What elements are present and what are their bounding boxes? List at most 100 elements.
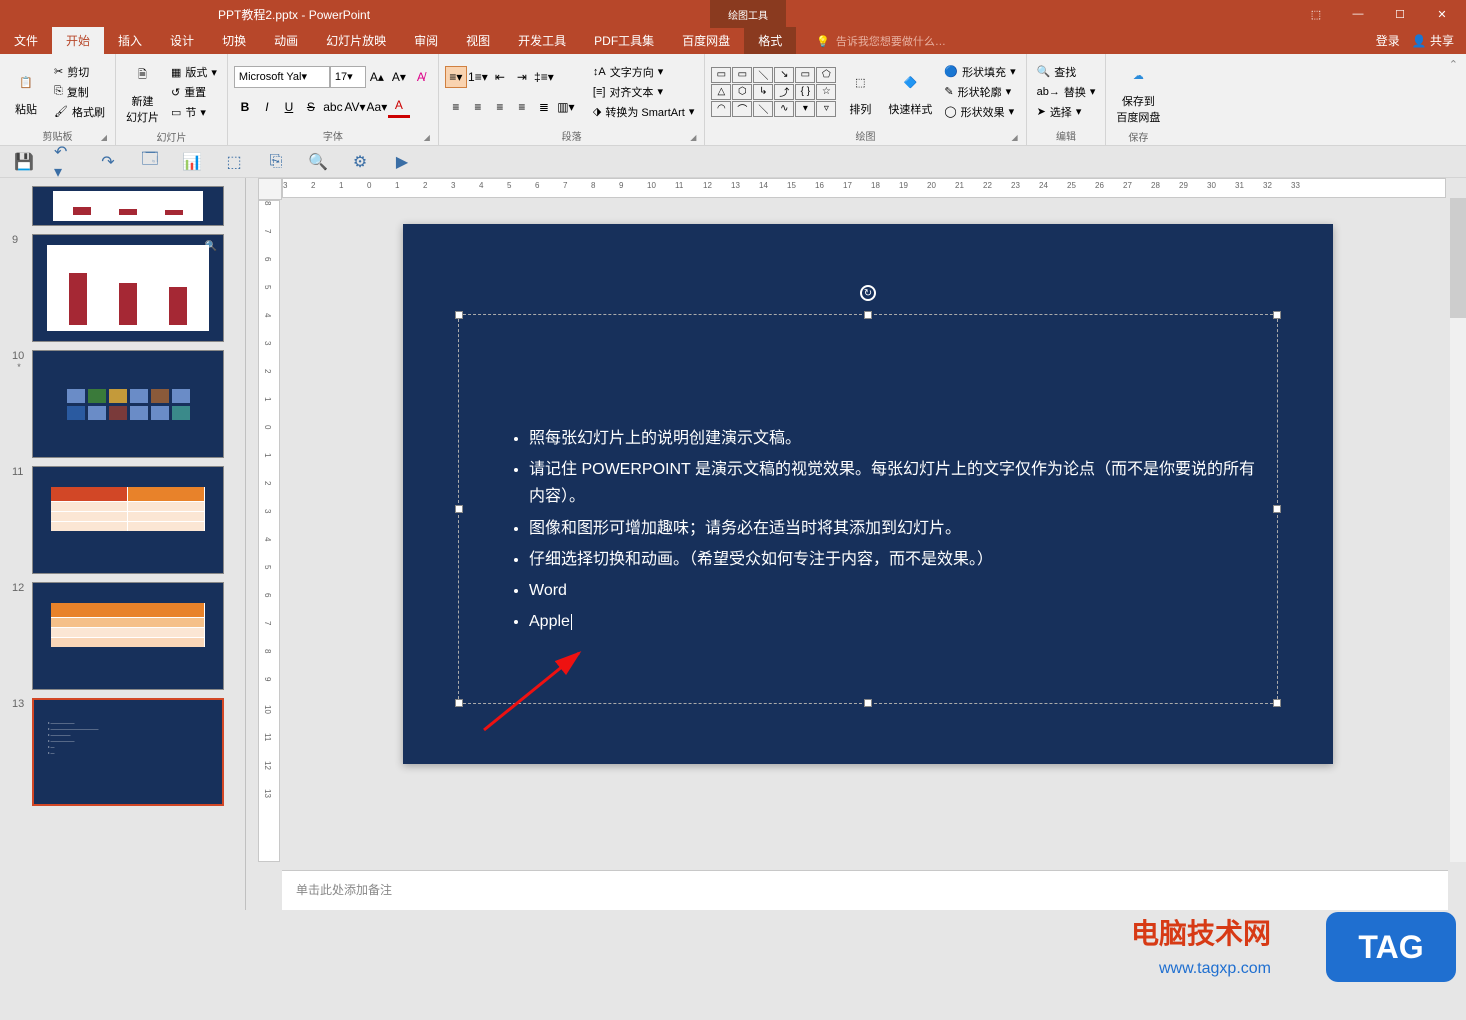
bullet-list[interactable]: 照每张幻灯片上的说明创建演示文稿。请记住 POWERPOINT 是演示文稿的视觉… xyxy=(459,315,1277,635)
rotate-handle[interactable]: ↻ xyxy=(860,285,876,301)
tab-transitions[interactable]: 切换 xyxy=(208,27,260,54)
dialog-launcher-icon[interactable]: ◢ xyxy=(424,133,430,142)
shape-item[interactable]: { } xyxy=(795,84,815,100)
shape-item[interactable]: ☆ xyxy=(816,84,836,100)
columns-button[interactable]: ▥▾ xyxy=(555,96,577,118)
redo-button[interactable]: ↷ xyxy=(96,150,120,174)
tab-format[interactable]: 格式 xyxy=(744,27,796,54)
dialog-launcher-icon[interactable]: ◢ xyxy=(1011,133,1017,142)
shape-item[interactable]: ↘ xyxy=(774,67,794,83)
slide-thumbnail[interactable] xyxy=(32,186,224,226)
qat-btn-8[interactable]: 🔍 xyxy=(306,150,330,174)
resize-handle[interactable] xyxy=(455,505,463,513)
minimize-button[interactable]: — xyxy=(1338,1,1378,27)
tab-design[interactable]: 设计 xyxy=(156,27,208,54)
scrollbar-thumb[interactable] xyxy=(1450,198,1466,318)
dec-indent-button[interactable]: ⇤ xyxy=(489,66,511,88)
align-center-button[interactable]: ≡ xyxy=(467,96,489,118)
section-button[interactable]: ▭节 ▾ xyxy=(167,103,221,121)
qat-btn-6[interactable]: ⬚ xyxy=(222,150,246,174)
slide-canvas-viewport[interactable]: ↻ 照每张幻灯片上的说明创建演示文稿。请记住 POWERPOINT 是演示文稿的… xyxy=(288,204,1448,862)
resize-handle[interactable] xyxy=(1273,311,1281,319)
bullet-item[interactable]: 请记住 POWERPOINT 是演示文稿的视觉效果。每张幻灯片上的文字仅作为论点… xyxy=(529,456,1257,510)
justify-button[interactable]: ≡ xyxy=(511,96,533,118)
line-spacing-button[interactable]: ‡≡▾ xyxy=(533,66,555,88)
shape-item[interactable]: ▾ xyxy=(795,101,815,117)
content-textbox[interactable]: ↻ 照每张幻灯片上的说明创建演示文稿。请记住 POWERPOINT 是演示文稿的… xyxy=(458,314,1278,704)
shape-item[interactable]: ▭ xyxy=(795,67,815,83)
dialog-launcher-icon[interactable]: ◢ xyxy=(101,133,107,142)
notes-pane[interactable]: 单击此处添加备注 xyxy=(282,870,1448,910)
shape-item[interactable]: ▭ xyxy=(711,67,731,83)
layout-button[interactable]: ▦版式 ▾ xyxy=(167,63,221,81)
bullets-button[interactable]: ≡▾ xyxy=(445,66,467,88)
shape-outline-button[interactable]: ✎形状轮廓 ▾ xyxy=(940,83,1019,101)
tab-view[interactable]: 视图 xyxy=(452,27,504,54)
tab-insert[interactable]: 插入 xyxy=(104,27,156,54)
select-button[interactable]: ➤选择 ▾ xyxy=(1033,103,1100,121)
tab-review[interactable]: 审阅 xyxy=(400,27,452,54)
align-left-button[interactable]: ≡ xyxy=(445,96,467,118)
slide-thumbnail[interactable]: • ——————• ————————————• —————• ——————• —… xyxy=(32,698,224,806)
shape-item[interactable]: ⬡ xyxy=(732,84,752,100)
change-case-button[interactable]: Aa▾ xyxy=(366,96,388,118)
shape-item[interactable]: ＼ xyxy=(753,101,773,117)
paste-button[interactable]: 📋 粘贴 xyxy=(6,65,46,119)
qat-btn-10[interactable]: ▶ xyxy=(390,150,414,174)
tab-animations[interactable]: 动画 xyxy=(260,27,312,54)
cut-button[interactable]: ✂剪切 xyxy=(50,63,109,81)
tab-developer[interactable]: 开发工具 xyxy=(504,27,580,54)
bullet-item[interactable]: 图像和图形可增加趣味；请务必在适当时将其添加到幻灯片。 xyxy=(529,515,1257,542)
distribute-button[interactable]: ≣ xyxy=(533,96,555,118)
clear-format-button[interactable]: A̸ xyxy=(410,66,432,88)
vertical-scrollbar[interactable] xyxy=(1450,198,1466,862)
shape-effects-button[interactable]: ◯形状效果 ▾ xyxy=(940,103,1019,121)
share-button[interactable]: 👤 共享 xyxy=(1412,32,1454,49)
bullet-item[interactable]: 照每张幻灯片上的说明创建演示文稿。 xyxy=(529,425,1257,452)
shape-item[interactable]: ▭ xyxy=(732,67,752,83)
shape-fill-button[interactable]: 🔵形状填充 ▾ xyxy=(940,63,1019,81)
qat-btn-9[interactable]: ⚙ xyxy=(348,150,372,174)
shape-item[interactable]: ⤴ xyxy=(774,84,794,100)
tab-slideshow[interactable]: 幻灯片放映 xyxy=(312,27,400,54)
smartart-button[interactable]: ⬗转换为 SmartArt ▾ xyxy=(589,103,698,121)
resize-handle[interactable] xyxy=(864,699,872,707)
shape-item[interactable]: ▿ xyxy=(816,101,836,117)
resize-handle[interactable] xyxy=(1273,699,1281,707)
strike-button[interactable]: S xyxy=(300,96,322,118)
new-slide-button[interactable]: 🗎 新建 幻灯片 xyxy=(122,57,163,127)
bullet-item[interactable]: 仔细选择切换和动画。（希望受众如何专注于内容，而不是效果。） xyxy=(529,546,1257,573)
slide-thumbnail[interactable] xyxy=(32,350,224,458)
slide-thumbnails-pane[interactable]: 9 🔍 10 * 11 12 13 xyxy=(0,178,246,910)
shape-item[interactable]: ↳ xyxy=(753,84,773,100)
grow-font-button[interactable]: A▴ xyxy=(366,66,388,88)
shape-item[interactable]: △ xyxy=(711,84,731,100)
bold-button[interactable]: B xyxy=(234,96,256,118)
bullet-item[interactable]: Apple xyxy=(529,608,1257,635)
horizontal-ruler[interactable]: 3210123456789101112131415161718192021222… xyxy=(282,178,1446,198)
spacing-button[interactable]: AV▾ xyxy=(344,96,366,118)
tab-file[interactable]: 文件 xyxy=(0,27,52,54)
signin-link[interactable]: 登录 xyxy=(1376,32,1400,49)
inc-indent-button[interactable]: ⇥ xyxy=(511,66,533,88)
maximize-button[interactable]: ☐ xyxy=(1380,1,1420,27)
collapse-ribbon-button[interactable]: ⌃ xyxy=(1441,54,1466,145)
align-text-button[interactable]: [≡]对齐文本 ▾ xyxy=(589,83,698,101)
font-size-select[interactable]: 17 ▾ xyxy=(330,66,366,88)
slide-thumbnail[interactable] xyxy=(32,466,224,574)
vertical-ruler[interactable]: 87654321012345678910111213 xyxy=(258,200,280,862)
shapes-gallery[interactable]: ▭▭＼↘▭⬠ △⬡↳⤴{ }☆ ◠⌒＼∿▾▿ xyxy=(711,67,836,117)
shape-item[interactable]: ∿ xyxy=(774,101,794,117)
tab-baidu[interactable]: 百度网盘 xyxy=(668,27,744,54)
numbering-button[interactable]: 1≡▾ xyxy=(467,66,489,88)
arrange-button[interactable]: ⬚ 排列 xyxy=(840,65,880,119)
resize-handle[interactable] xyxy=(1273,505,1281,513)
shape-item[interactable]: ⬠ xyxy=(816,67,836,83)
font-name-select[interactable]: Microsoft Yal ▾ xyxy=(234,66,330,88)
format-painter-button[interactable]: 🖌格式刷 xyxy=(50,103,109,121)
shape-item[interactable]: ◠ xyxy=(711,101,731,117)
replace-button[interactable]: ab→替换 ▾ xyxy=(1033,83,1100,101)
save-button[interactable]: 💾 xyxy=(12,150,36,174)
tab-pdf[interactable]: PDF工具集 xyxy=(580,27,668,54)
resize-handle[interactable] xyxy=(455,699,463,707)
